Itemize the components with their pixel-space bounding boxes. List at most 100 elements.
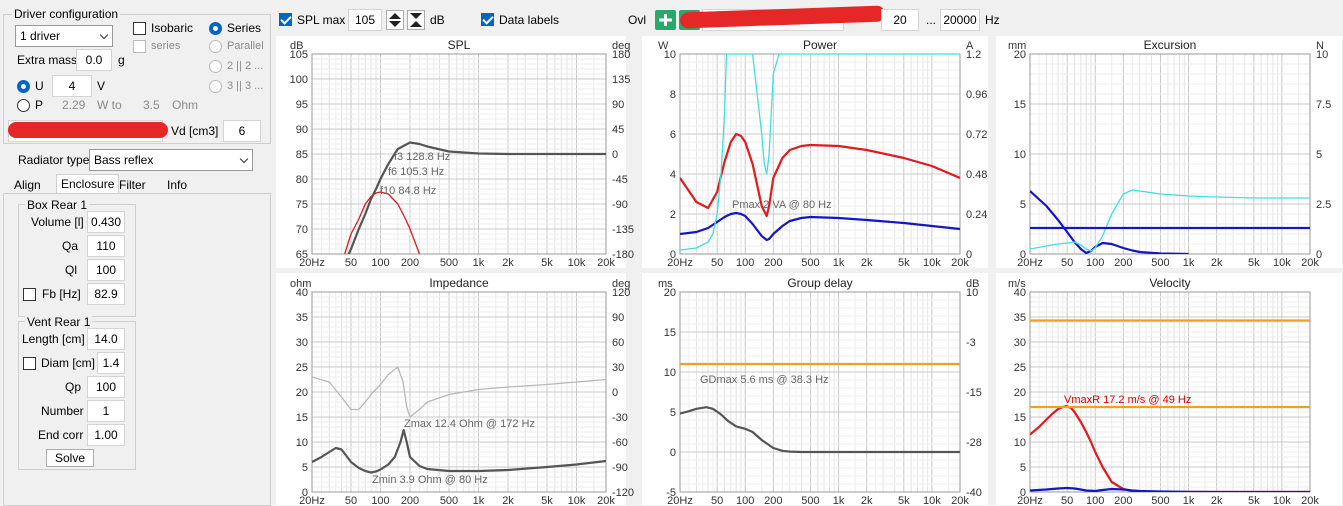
y2-tick-label: 2.5: [1316, 199, 1331, 211]
vd-label: Vd [cm3]: [171, 124, 219, 138]
x-tick-label: 10k: [1273, 257, 1291, 269]
y-tick-label: 35: [296, 312, 308, 324]
x-tick-label: 1k: [1183, 495, 1195, 506]
ql-input[interactable]: 100: [87, 259, 125, 281]
x-tick-label: 20Hz: [299, 257, 325, 269]
x-tick-label: 50: [1061, 495, 1073, 506]
data-labels-checkbox[interactable]: [481, 13, 494, 26]
spl-max-label: SPL max: [297, 13, 346, 27]
opt3-radio[interactable]: [209, 80, 222, 93]
x-tick-label: 200: [401, 495, 419, 506]
extra-mass-unit: g: [118, 53, 125, 67]
tab-align[interactable]: Align: [10, 176, 45, 194]
driver-count-select[interactable]: 1 driver: [15, 25, 113, 47]
u-radio[interactable]: [17, 80, 30, 93]
y-tick-label: 75: [296, 199, 308, 211]
diam-input[interactable]: 1.4: [97, 352, 125, 374]
data-annotation: f10 84.8 Hz: [380, 185, 436, 197]
x-tick-label: 100: [1086, 495, 1104, 506]
x-tick-label: 10k: [1273, 495, 1291, 506]
y-axis-unit: ohm: [290, 278, 311, 290]
f-min-input[interactable]: 20: [881, 9, 919, 31]
number-label: Number: [41, 404, 84, 418]
p-label: P: [35, 98, 44, 112]
diam-checkbox[interactable]: [23, 357, 36, 370]
y-tick-label: 100: [290, 74, 308, 86]
spl-max-checkbox[interactable]: [279, 13, 292, 26]
isobaric-checkbox[interactable]: [133, 22, 146, 35]
chart-background: [996, 36, 1342, 268]
x-tick-label: 5k: [898, 495, 910, 506]
y-tick-label: 10: [1014, 437, 1026, 449]
x-tick-label: 20k: [597, 495, 615, 506]
data-annotation: GDmax 5.6 ms @ 38.3 Hz: [700, 374, 829, 386]
y2-tick-label: 90: [612, 99, 624, 111]
y2-tick-label: -135: [612, 224, 634, 236]
solve-button[interactable]: Solve: [46, 449, 94, 467]
spl-fit-button[interactable]: [407, 10, 425, 30]
volume-input[interactable]: 0.430: [87, 211, 125, 233]
charts-area: 1051009590858075706518013590450-45-90-13…: [276, 36, 1342, 506]
y2-axis-unit: deg: [612, 40, 630, 52]
data-annotation: f6 105.3 Hz: [388, 166, 444, 178]
extra-mass-input[interactable]: 0.0: [76, 49, 112, 71]
driver-config-title: Driver configuration: [12, 7, 121, 21]
spl-max-input[interactable]: 105: [348, 9, 382, 31]
y-axis-unit: dB: [290, 40, 303, 52]
x-tick-label: 50: [345, 495, 357, 506]
vd-input[interactable]: 6: [223, 120, 261, 142]
y-tick-label: 10: [1014, 149, 1026, 161]
fb-input[interactable]: 82.9: [87, 283, 125, 305]
ohm-unit: Ohm: [172, 98, 199, 112]
endcorr-input[interactable]: 1.00: [87, 424, 125, 446]
x-tick-label: 1k: [833, 495, 845, 506]
y-tick-label: 10: [296, 437, 308, 449]
ovl-label: Ovl: [628, 13, 646, 27]
y-tick-label: 30: [1014, 337, 1026, 349]
y-axis-unit: W: [658, 40, 669, 52]
volume-label: Volume [l]: [31, 215, 84, 229]
db-unit: dB: [430, 13, 445, 27]
parallel-radio[interactable]: [209, 40, 222, 53]
series-checkbox[interactable]: [133, 40, 146, 53]
x-tick-label: 5k: [541, 495, 553, 506]
f-max-input[interactable]: 20000: [940, 9, 980, 31]
y-tick-label: 5: [670, 407, 676, 419]
y-tick-label: 15: [664, 327, 676, 339]
chart-title: SPL: [448, 38, 471, 52]
chart-excursion: 20151050107.552.5020Hz 50 100 200 500 1k 2k 5k 1…: [996, 36, 1342, 269]
series-radio[interactable]: [209, 22, 222, 35]
p-radio[interactable]: [17, 99, 30, 112]
data-annotation: f3 128.8 Hz: [394, 151, 450, 163]
y-tick-label: 20: [1014, 387, 1026, 399]
length-input[interactable]: 14.0: [87, 328, 125, 350]
qp-input[interactable]: 100: [87, 376, 125, 398]
ovl-add-button[interactable]: [655, 10, 676, 30]
x-tick-label: 1k: [473, 495, 485, 506]
y-tick-label: 90: [296, 124, 308, 136]
chart-group-delay: 20151050-510-3-15-28-4020Hz 50 100 200 500 1k…: [642, 273, 988, 506]
x-tick-label: 20k: [1301, 257, 1319, 269]
fb-checkbox[interactable]: [23, 288, 36, 301]
tab-filter[interactable]: Filter: [115, 176, 150, 194]
number-input[interactable]: 1: [87, 400, 125, 422]
y2-tick-label: 0: [612, 387, 618, 399]
radiator-type-select[interactable]: Bass reflex: [89, 149, 253, 171]
x-tick-label: 500: [1151, 257, 1169, 269]
qa-label: Qa: [62, 239, 79, 253]
chart-impedance: 40353025201510501209060300-30-60-90-1202…: [276, 273, 634, 506]
opt2-radio[interactable]: [209, 60, 222, 73]
chart-background: [996, 273, 1342, 505]
y-tick-label: 5: [1020, 199, 1026, 211]
y-tick-label: 8: [670, 89, 676, 101]
x-tick-label: 200: [764, 257, 782, 269]
qa-input[interactable]: 110: [87, 235, 125, 257]
u-input[interactable]: 4: [52, 75, 92, 97]
tab-enclosure[interactable]: Enclosure: [56, 174, 120, 193]
spl-up-down-button[interactable]: [386, 10, 404, 30]
opt2-label: 2 || 2 ...: [227, 60, 264, 72]
y-tick-label: 25: [296, 362, 308, 374]
up-down-icon: [389, 13, 401, 27]
x-tick-label: 2k: [861, 495, 873, 506]
tab-info[interactable]: Info: [163, 176, 191, 194]
